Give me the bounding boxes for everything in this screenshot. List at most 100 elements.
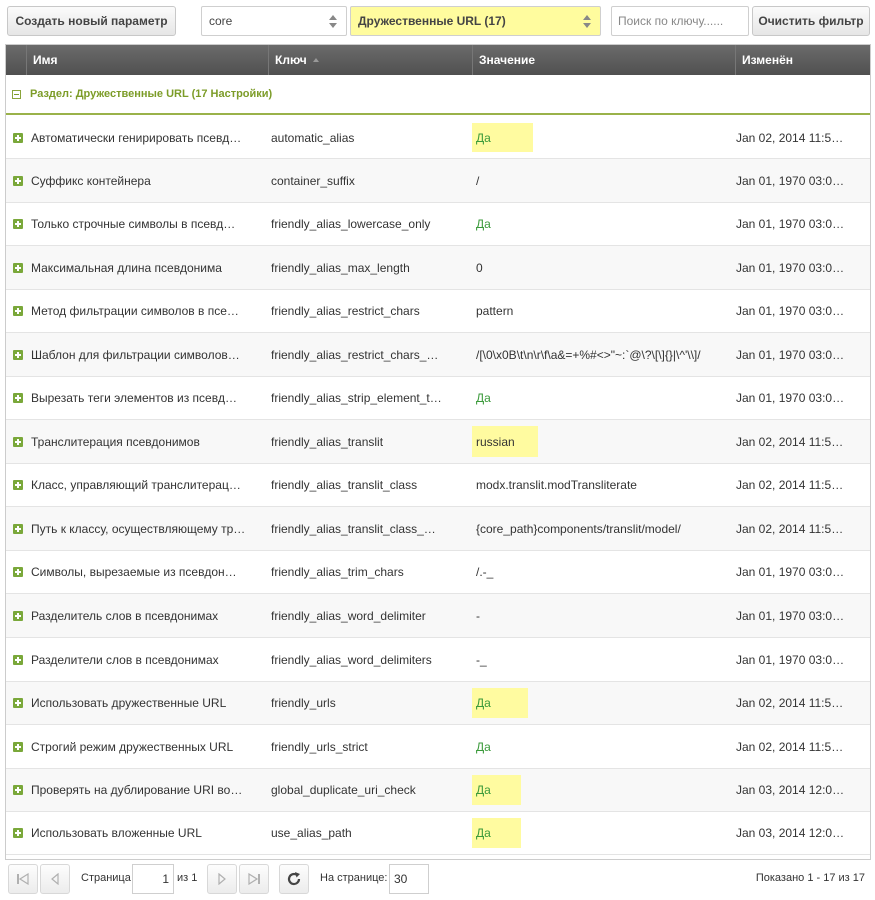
setting-value-cell[interactable]: Да — [476, 682, 731, 724]
setting-value-cell[interactable]: Да — [476, 769, 731, 811]
expand-row-icon[interactable] — [13, 698, 23, 708]
expand-row-icon[interactable] — [13, 828, 23, 838]
clear-filter-button[interactable]: Очистить фильтр — [752, 6, 870, 36]
header-key[interactable]: Ключ — [268, 45, 472, 75]
setting-value-cell[interactable]: /.-_ — [476, 551, 731, 593]
setting-value-cell[interactable]: Да — [476, 117, 731, 158]
table-row[interactable]: Проверять на дублирование URI во… global_… — [6, 769, 870, 812]
row-expander-cell[interactable] — [13, 725, 27, 768]
toolbar: Создать новый параметр core Дружественны… — [0, 0, 875, 44]
table-row[interactable]: Суффикс контейнера container_suffix / Jan 0… — [6, 159, 870, 203]
setting-value-cell[interactable]: -_ — [476, 638, 731, 681]
expand-row-icon[interactable] — [13, 523, 23, 534]
search-key-input[interactable] — [611, 6, 749, 36]
row-expander-cell[interactable] — [13, 377, 27, 419]
header-editedon[interactable]: Изменён — [735, 45, 870, 75]
table-row[interactable]: Использовать дружественные URL friendly_u… — [6, 682, 870, 725]
paging-summary: Показано 1 - 17 из 17 — [755, 872, 865, 884]
setting-value-cell[interactable]: Да — [476, 377, 731, 419]
setting-key-cell-text: automatic_alias — [271, 130, 355, 145]
row-expander-cell[interactable] — [13, 203, 27, 245]
table-row[interactable]: Максимальная длина псевдонима friendly_al… — [6, 246, 870, 290]
row-expander-cell[interactable] — [13, 464, 27, 506]
per-page-input[interactable] — [389, 864, 429, 894]
setting-value-cell[interactable]: {core_path}components/translit/model/ — [476, 507, 731, 550]
refresh-button[interactable] — [279, 864, 309, 894]
table-row[interactable]: Разделитель слов в псевдонимах friendly_a… — [6, 594, 870, 638]
table-row[interactable]: Метод фильтрации символов в псе… friendly… — [6, 290, 870, 333]
table-row[interactable]: Шаблон для фильтрации символов… friendly_… — [6, 333, 870, 377]
setting-value-cell[interactable]: russian — [476, 420, 731, 463]
setting-value-cell[interactable]: Да — [476, 725, 731, 768]
setting-value-cell[interactable]: / — [476, 159, 731, 202]
expand-row-icon[interactable] — [13, 610, 23, 621]
setting-name-cell: Максимальная длина псевдонима — [31, 246, 261, 289]
row-expander-cell[interactable] — [13, 594, 27, 637]
row-expander-cell[interactable] — [13, 812, 27, 854]
row-expander-cell[interactable] — [13, 333, 27, 376]
expand-row-icon[interactable] — [13, 219, 23, 229]
header-value[interactable]: Значение — [472, 45, 735, 75]
setting-key-cell-text: friendly_alias_word_delimiters — [271, 652, 432, 667]
area-select[interactable]: Дружественные URL (17) — [350, 6, 601, 36]
setting-name-cell-text: Метод фильтрации символов в псе… — [31, 304, 239, 318]
setting-value-cell[interactable]: /[\0\x0B\t\n\r\f\a&=+%#<>"~:`@\?\[\]{}|\… — [476, 333, 731, 376]
setting-key-cell-text: friendly_alias_translit — [271, 434, 384, 449]
table-row[interactable]: Только строчные символы в псевд… friendly… — [6, 203, 870, 246]
setting-value-cell[interactable]: modx.translit.modTransliterate — [476, 464, 731, 506]
table-row[interactable]: Транслитерация псевдонимов friendly_alias… — [6, 420, 870, 464]
table-row[interactable]: Строгий режим дружественных URL friendly_… — [6, 725, 870, 769]
namespace-select[interactable]: core — [201, 6, 347, 36]
next-page-button[interactable] — [207, 864, 237, 894]
setting-value-cell[interactable]: - — [476, 594, 731, 637]
row-expander-cell[interactable] — [13, 769, 27, 811]
collapse-icon[interactable] — [12, 89, 21, 99]
table-row[interactable]: Разделители слов в псевдонимах friendly_a… — [6, 638, 870, 682]
prev-page-button[interactable] — [40, 864, 70, 894]
setting-date-cell: Jan 02, 2014 11:5… — [736, 507, 870, 550]
row-expander-cell[interactable] — [13, 246, 27, 289]
expand-row-icon[interactable] — [13, 349, 23, 360]
expand-row-icon[interactable] — [13, 480, 23, 490]
expand-row-icon[interactable] — [13, 393, 23, 403]
row-expander-cell[interactable] — [13, 638, 27, 681]
namespace-value: core — [209, 14, 233, 28]
expand-row-icon[interactable] — [13, 741, 23, 752]
expand-row-icon[interactable] — [13, 567, 23, 577]
expand-row-icon[interactable] — [13, 436, 23, 447]
expand-row-icon[interactable] — [13, 654, 23, 665]
setting-date-cell-text: Jan 01, 1970 03:0… — [736, 391, 845, 405]
setting-value-cell[interactable]: 0 — [476, 246, 731, 289]
row-expander-cell[interactable] — [13, 682, 27, 724]
row-expander-cell[interactable] — [13, 159, 27, 202]
row-expander-cell[interactable] — [13, 420, 27, 463]
group-header[interactable]: Раздел: Дружественные URL (17 Настройки) — [6, 75, 870, 115]
table-row[interactable]: Автоматически генирировать псевд… automat… — [6, 117, 870, 159]
setting-value-cell[interactable]: Да — [476, 203, 731, 245]
table-row[interactable]: Использовать вложенные URL use_alias_path… — [6, 812, 870, 855]
setting-date-cell-text: Jan 02, 2014 11:5… — [736, 696, 844, 710]
row-expander-cell[interactable] — [13, 117, 27, 158]
setting-value-cell[interactable]: Да — [476, 812, 731, 854]
row-expander-cell[interactable] — [13, 551, 27, 593]
create-setting-button[interactable]: Создать новый параметр — [7, 6, 176, 36]
last-page-icon — [248, 873, 260, 885]
expand-row-icon[interactable] — [13, 132, 23, 143]
setting-value-cell[interactable]: pattern — [476, 290, 731, 332]
create-setting-label: Создать новый параметр — [15, 14, 168, 28]
row-expander-cell[interactable] — [13, 507, 27, 550]
table-row[interactable]: Путь к классу, осуществляющему тр… friend… — [6, 507, 870, 551]
table-row[interactable]: Вырезать теги элементов из псевд… friendl… — [6, 377, 870, 420]
first-page-button[interactable] — [8, 864, 38, 894]
last-page-button[interactable] — [239, 864, 269, 894]
header-name[interactable]: Имя — [26, 45, 268, 75]
table-row[interactable]: Класс, управляющий транслитерац… friendly… — [6, 464, 870, 507]
table-row[interactable]: Символы, вырезаемые из псевдон… friendly_… — [6, 551, 870, 594]
setting-key-cell: friendly_alias_max_length — [271, 246, 469, 289]
page-number-input[interactable] — [132, 864, 174, 894]
expand-row-icon[interactable] — [13, 785, 23, 795]
expand-row-icon[interactable] — [13, 262, 23, 273]
expand-row-icon[interactable] — [13, 175, 23, 186]
expand-row-icon[interactable] — [13, 306, 23, 316]
row-expander-cell[interactable] — [13, 290, 27, 332]
